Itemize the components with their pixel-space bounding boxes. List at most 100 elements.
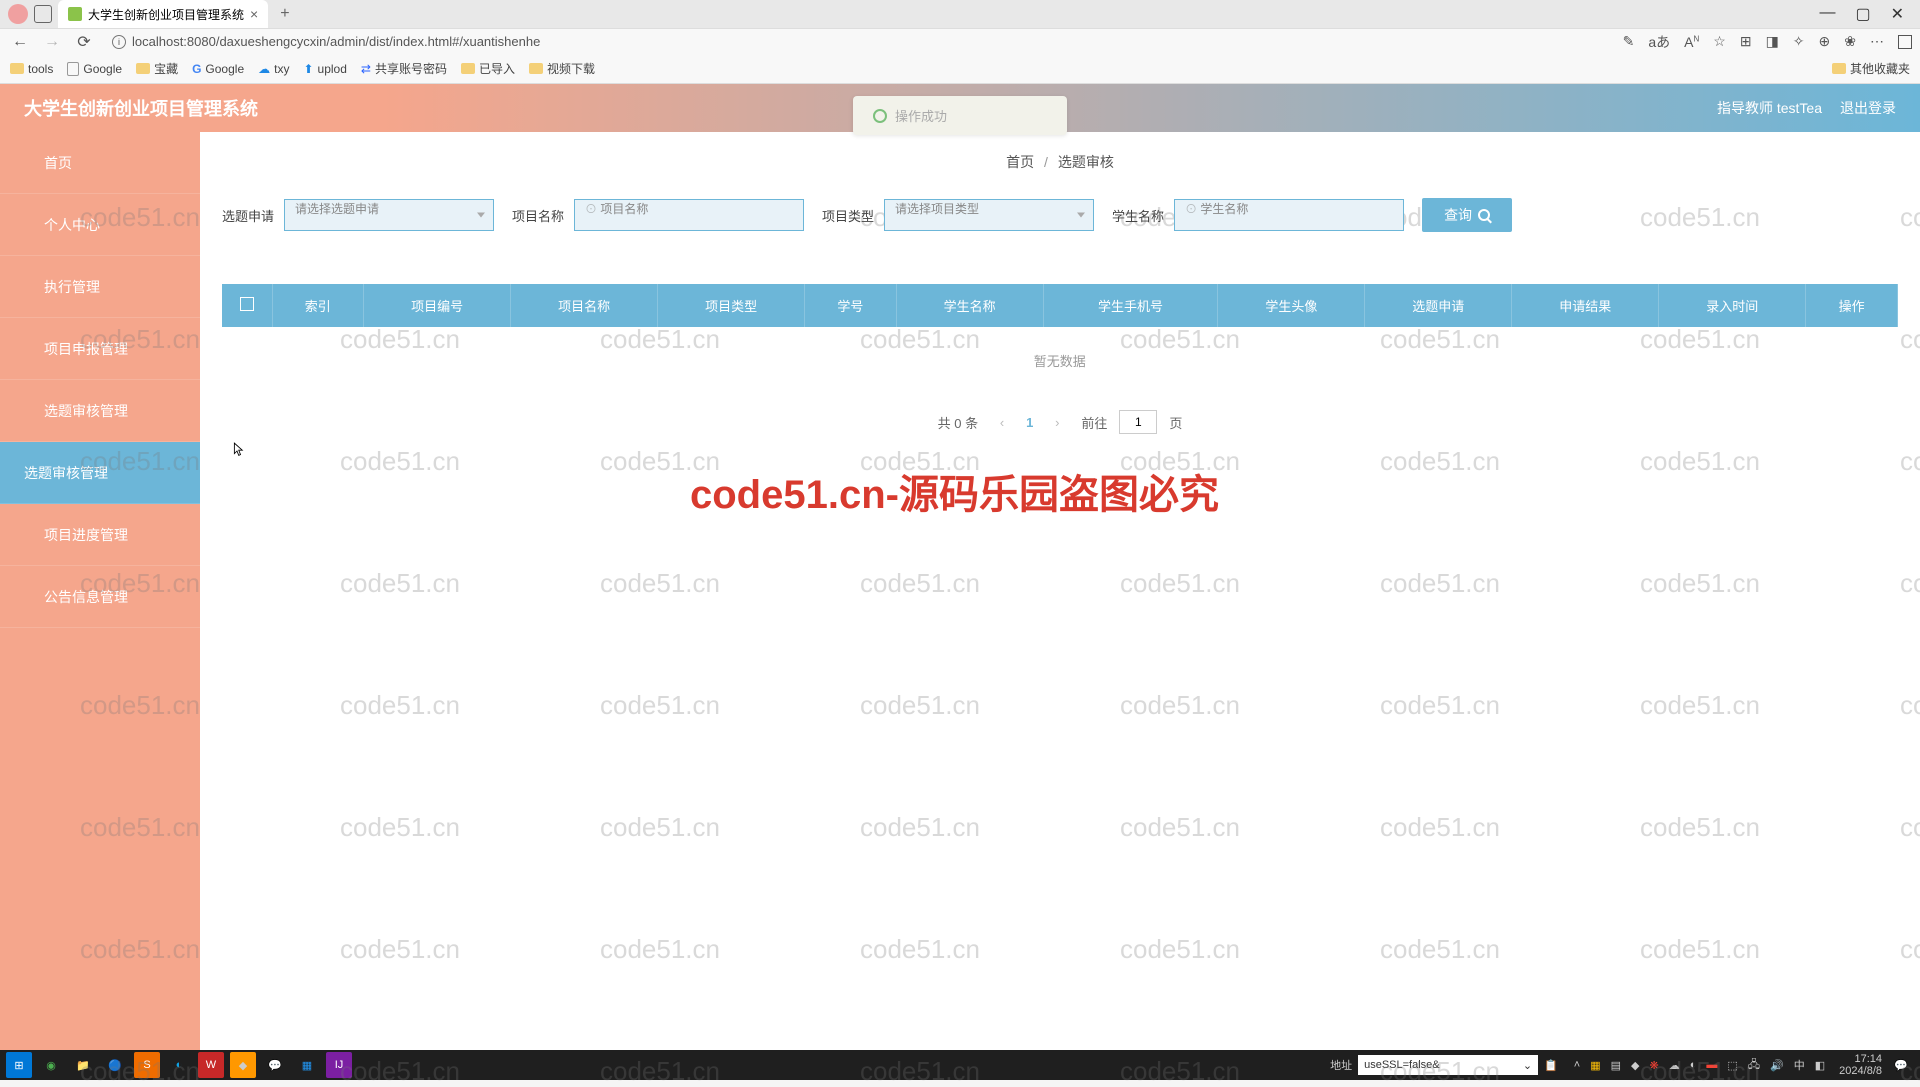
doc-icon — [24, 343, 36, 355]
tray-volume-icon[interactable]: 🔊 — [1770, 1059, 1784, 1072]
site-info-icon[interactable]: i — [112, 35, 126, 49]
profile-icon[interactable] — [8, 4, 28, 24]
tray-icon[interactable]: ◧ — [1815, 1059, 1825, 1072]
bookmark-other[interactable]: 其他收藏夹 — [1832, 60, 1910, 77]
breadcrumb: 首页 / 选题审核 — [200, 132, 1920, 186]
browser-tab[interactable]: 大学生创新创业项目管理系统 × — [58, 0, 268, 28]
sidebar-item-review2[interactable]: 选题审核管理 — [0, 442, 200, 504]
favicon-icon — [68, 7, 82, 21]
tb-chrome-icon[interactable]: 🔵 — [102, 1052, 128, 1078]
close-icon[interactable]: × — [250, 6, 258, 22]
close-window-icon[interactable]: ✕ — [1891, 4, 1904, 24]
tb-explorer-icon[interactable]: 📁 — [70, 1052, 96, 1078]
taskbar-clock[interactable]: 17:14 2024/8/8 — [1839, 1053, 1882, 1077]
tray-icon[interactable]: ◐ — [1690, 1059, 1697, 1071]
tb-wechat-icon[interactable]: 💬 — [262, 1052, 288, 1078]
favorite-icon[interactable]: ☆ — [1713, 33, 1726, 50]
filter-apply-select[interactable]: 请选择选题申请 — [284, 199, 494, 231]
bookmark-google1[interactable]: Google — [67, 62, 122, 76]
translate-icon[interactable]: aあ — [1648, 32, 1670, 52]
downloads-icon[interactable]: ⊕ — [1819, 33, 1831, 50]
minimize-icon[interactable]: — — [1819, 4, 1835, 24]
bookmark-imported[interactable]: 已导入 — [461, 60, 515, 77]
filter-bar: 选题申请 请选择选题申请 项目名称 ⊙ 项目名称 项目类型 请选择项目类型 — [200, 186, 1920, 244]
chevron-down-icon[interactable]: ⌄ — [1523, 1059, 1532, 1072]
th-checkbox[interactable] — [222, 284, 272, 327]
bookmark-upload[interactable]: ⬆uplod — [303, 62, 346, 76]
start-button[interactable]: ⊞ — [6, 1052, 32, 1078]
tb-edge-icon[interactable]: ◐ — [166, 1052, 192, 1078]
user-label[interactable]: 指导教师 testTea — [1717, 98, 1822, 118]
search-button[interactable]: 查询 — [1422, 198, 1512, 232]
sidepanel-icon[interactable] — [1898, 35, 1912, 49]
bookmark-tools[interactable]: tools — [10, 62, 53, 76]
filter-type-select[interactable]: 请选择项目类型 — [884, 199, 1094, 231]
breadcrumb-home[interactable]: 首页 — [1006, 154, 1034, 170]
bookmark-share[interactable]: ⇄共享账号密码 — [361, 60, 447, 77]
sidebar-item-progress[interactable]: 项目进度管理 — [0, 504, 200, 566]
tb-app-icon[interactable]: ◆ — [230, 1052, 256, 1078]
tray-icon[interactable]: ▬ — [1706, 1059, 1717, 1071]
text-size-icon[interactable]: AN — [1684, 34, 1699, 50]
menu-icon[interactable]: ⋯ — [1870, 33, 1884, 50]
sidebar-item-home[interactable]: 首页 — [0, 132, 200, 194]
page-goto-input[interactable] — [1119, 410, 1157, 434]
chevron-down-icon — [477, 213, 485, 218]
tray-icon[interactable]: ▦ — [1590, 1059, 1600, 1072]
sidebar-item-notice[interactable]: 公告信息管理 — [0, 566, 200, 628]
forward-button[interactable]: → — [40, 30, 64, 54]
split-icon[interactable]: ◨ — [1766, 33, 1779, 50]
page-next[interactable]: › — [1045, 410, 1069, 434]
tb-ide-icon[interactable]: IJ — [326, 1052, 352, 1078]
sidebar-item-review1[interactable]: 选题审核管理 — [0, 380, 200, 442]
watermark-text: code51.cn — [340, 446, 460, 477]
collections-icon[interactable]: ✧ — [1793, 33, 1805, 50]
new-tab-button[interactable]: + — [274, 5, 295, 23]
tb-tool-icon[interactable]: ▦ — [294, 1052, 320, 1078]
tray-icon[interactable]: ❋ — [1650, 1059, 1659, 1072]
back-button[interactable]: ← — [8, 30, 32, 54]
url-field[interactable]: i localhost:8080/daxueshengcycxin/admin/… — [104, 34, 1615, 49]
tray-ime-icon[interactable]: 中 — [1794, 1057, 1805, 1073]
bookmark-baozang[interactable]: 宝藏 — [136, 60, 178, 77]
watermark-text: code51.cn — [600, 446, 720, 477]
tabs-overview-icon[interactable] — [34, 5, 52, 23]
bell-icon — [24, 591, 36, 603]
maximize-icon[interactable]: ▢ — [1855, 4, 1870, 24]
sidebar-item-profile[interactable]: 个人中心 — [0, 194, 200, 256]
bookmark-txy[interactable]: ☁txy — [258, 62, 289, 76]
puzzle-icon[interactable]: ❀ — [1844, 33, 1856, 50]
watermark-text: code51.cn — [860, 690, 980, 721]
tb-copy-icon[interactable]: 📋 — [1544, 1059, 1558, 1072]
tb-wps-icon[interactable]: W — [198, 1052, 224, 1078]
tray-up-icon[interactable]: ˄ — [1574, 1059, 1580, 1071]
watermark-text: code51.cn — [1900, 690, 1920, 721]
tray-icon[interactable]: ⬚ — [1727, 1059, 1737, 1072]
content-area: code51.cn code51.cn code51.cn code51.cn code… — [200, 132, 1920, 1050]
tray-notifications-icon[interactable]: 💬 — [1888, 1052, 1914, 1078]
logout-button[interactable]: 退出登录 — [1840, 98, 1896, 118]
reload-button[interactable]: ⟳ — [72, 30, 96, 54]
filter-student-input[interactable]: ⊙ 学生名称 — [1174, 199, 1404, 231]
page-current[interactable]: 1 — [1026, 415, 1033, 430]
bookmark-google2[interactable]: GGoogle — [192, 62, 244, 76]
bookmark-video[interactable]: 视频下载 — [529, 60, 595, 77]
tray-icon[interactable]: ▤ — [1611, 1059, 1621, 1072]
tray-icon[interactable]: ◆ — [1631, 1059, 1639, 1072]
tb-addr-input[interactable]: useSSL=false& ⌄ — [1358, 1055, 1538, 1075]
sidebar-item-apply[interactable]: 项目申报管理 — [0, 318, 200, 380]
goto-prefix: 前往 — [1081, 413, 1107, 432]
tb-sublime-icon[interactable]: S — [134, 1052, 160, 1078]
edit-icon[interactable]: ✎ — [1623, 33, 1635, 50]
filter-name-input[interactable]: ⊙ 项目名称 — [574, 199, 804, 231]
checkbox-icon[interactable] — [240, 297, 254, 311]
watermark-text: code51.cn — [600, 812, 720, 843]
tray-network-icon[interactable]: 🖧 — [1748, 1056, 1760, 1075]
filter-type-label: 项目类型 — [822, 206, 874, 225]
th-index: 索引 — [272, 284, 364, 327]
tray-icon[interactable]: ☁ — [1669, 1059, 1680, 1072]
tb-browser-icon[interactable]: ◉ — [38, 1052, 64, 1078]
sidebar-item-exec[interactable]: 执行管理 — [0, 256, 200, 318]
page-prev[interactable]: ‹ — [990, 410, 1014, 434]
extensions-icon[interactable]: ⊞ — [1740, 33, 1752, 50]
